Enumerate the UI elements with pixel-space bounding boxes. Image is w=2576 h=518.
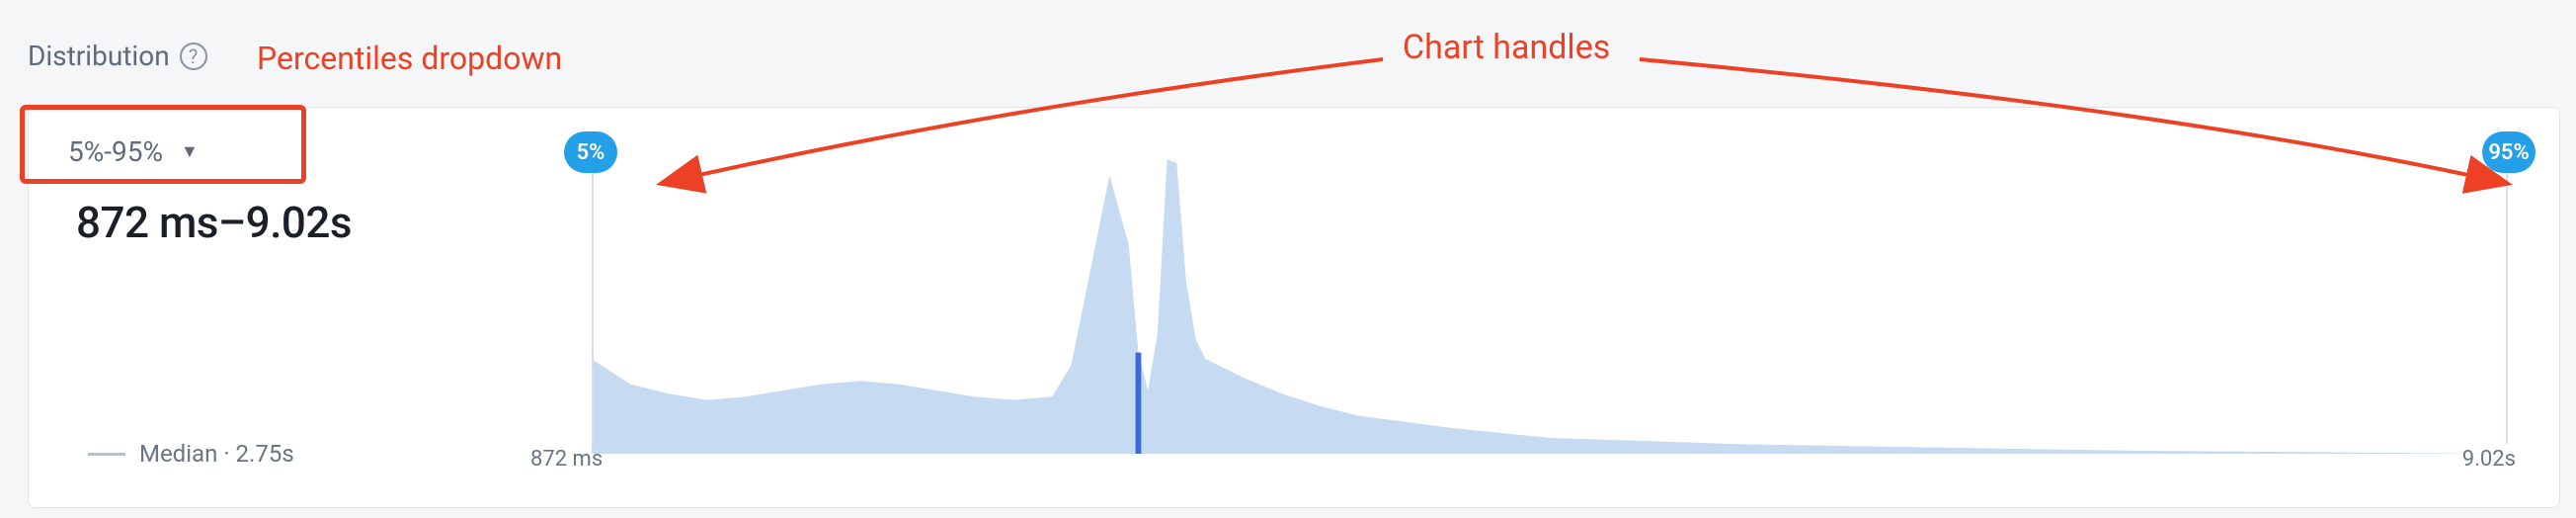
median-legend: Median · 2.75s	[88, 440, 294, 468]
axis-max-label: 9.02s	[2462, 447, 2516, 472]
handle-guide-left	[592, 131, 594, 444]
legend-line-icon	[88, 453, 125, 456]
distribution-card: 5%-95% ▼ 872 ms–9.02s Median · 2.75s 5% …	[28, 107, 2560, 508]
distribution-area-svg	[592, 137, 2510, 454]
help-icon[interactable]: ?	[180, 43, 207, 70]
panel-header: Distribution ?	[28, 40, 207, 72]
percentile-handle-left[interactable]: 5%	[564, 131, 617, 173]
annotation-chart-handles-label: Chart handles	[1403, 28, 1610, 67]
median-legend-text: Median · 2.75s	[139, 440, 294, 468]
distribution-chart: 5% 95% 872 ms 9.02s	[592, 128, 2510, 499]
percentile-handle-right[interactable]: 95%	[2482, 131, 2536, 173]
panel-title: Distribution	[28, 40, 170, 72]
range-value: 872 ms–9.02s	[76, 197, 352, 248]
chevron-down-icon: ▼	[181, 141, 199, 162]
percentiles-dropdown-label: 5%-95%	[68, 135, 163, 168]
axis-min-label: 872 ms	[530, 447, 603, 472]
handle-guide-right	[2506, 131, 2508, 444]
percentiles-dropdown[interactable]: 5%-95% ▼	[68, 135, 199, 168]
annotation-dropdown-label: Percentiles dropdown	[257, 40, 562, 77]
